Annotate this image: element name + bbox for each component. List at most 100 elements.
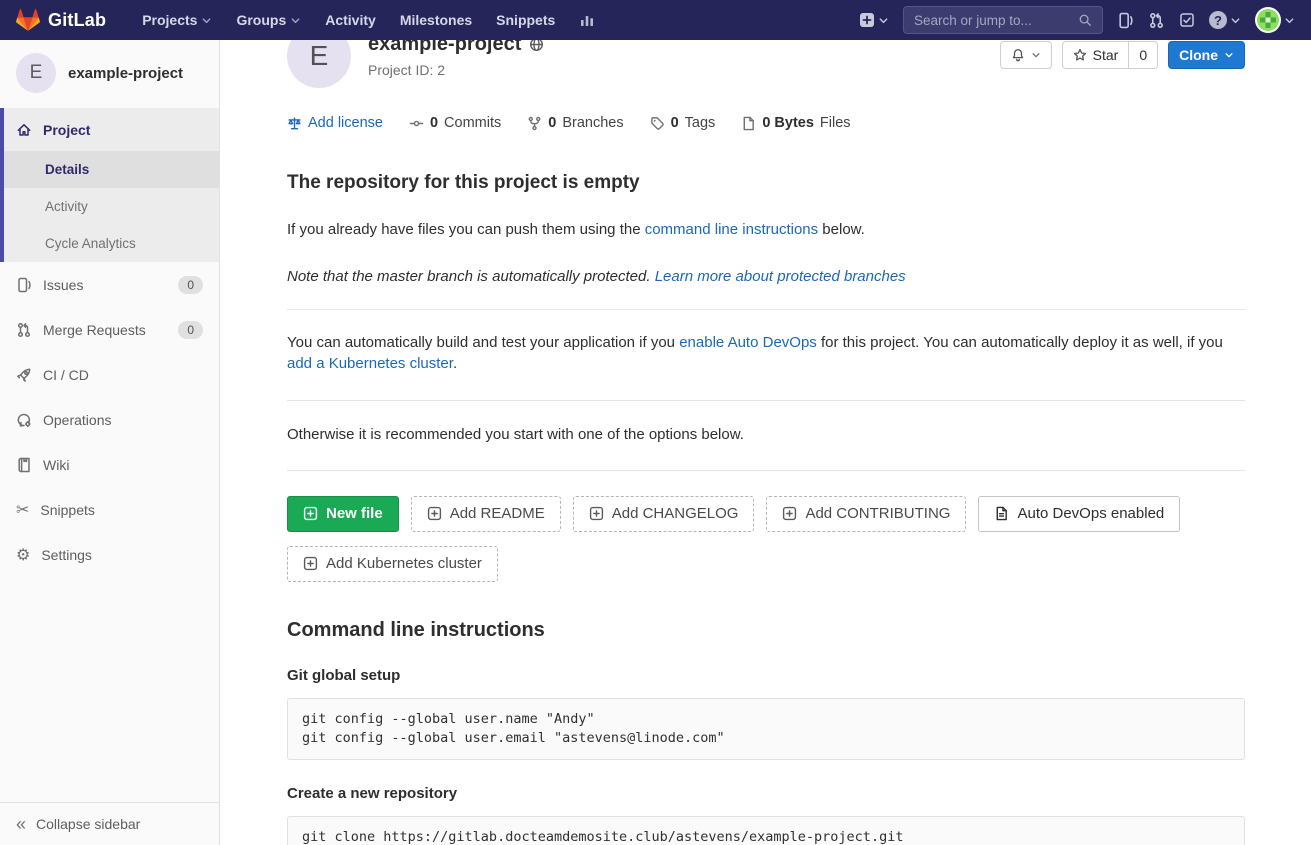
nav-snippets[interactable]: Snippets — [486, 6, 565, 34]
cli-instructions-heading: Command line instructions — [287, 619, 1245, 642]
chevron-down-icon — [1284, 15, 1295, 26]
sidebar-item-activity[interactable]: Activity — [4, 188, 219, 225]
star-count[interactable]: 0 — [1129, 41, 1158, 69]
sidebar-item-snippets[interactable]: ✂ Snippets — [0, 487, 219, 532]
autodevops-text: You can automatically build and test you… — [287, 332, 1245, 376]
add-license-link[interactable]: Add license — [287, 115, 383, 131]
protected-branch-note: Note that the master branch is automatic… — [287, 266, 1245, 288]
commits-stat[interactable]: 0Commits — [409, 115, 501, 131]
chevron-down-icon — [878, 15, 889, 26]
quick-actions-row: New file Add README Add CHANGELOG Add CO… — [287, 496, 1245, 532]
sidebar-item-ci-cd[interactable]: CI / CD — [0, 352, 219, 397]
collapse-sidebar-button[interactable]: « Collapse sidebar — [0, 802, 219, 845]
chevron-down-icon — [1031, 50, 1041, 60]
sidebar-item-details[interactable]: Details — [4, 151, 219, 188]
issues-icon — [16, 277, 32, 293]
home-icon — [16, 122, 32, 138]
add-readme-button[interactable]: Add README — [411, 496, 561, 532]
sidebar-item-merge-requests[interactable]: Merge Requests 0 — [0, 307, 219, 352]
empty-repo-heading: The repository for this project is empty — [287, 172, 1245, 194]
rocket-icon — [16, 367, 32, 383]
nav-charts[interactable] — [569, 6, 605, 34]
gitlab-logo[interactable]: GitLab — [16, 8, 106, 32]
document-icon — [741, 116, 756, 131]
create-repository-code: git clone https://gitlab.docteamdemosite… — [287, 816, 1245, 845]
otherwise-text: Otherwise it is recommended you start wi… — [287, 424, 1245, 446]
star-icon — [1073, 48, 1087, 62]
chevron-down-icon — [1230, 15, 1241, 26]
issues-nav-button[interactable] — [1117, 12, 1134, 29]
sidebar-section-project: Project Details Activity Cycle Analytics — [0, 108, 219, 262]
scissors-icon: ✂ — [16, 502, 29, 518]
enable-auto-devops-link[interactable]: enable Auto DevOps — [679, 334, 817, 351]
nav-projects[interactable]: Projects — [132, 6, 222, 34]
project-avatar-small: E — [16, 53, 56, 93]
quick-actions-row-2: Add Kubernetes cluster — [287, 546, 1245, 582]
clone-button[interactable]: Clone — [1168, 41, 1245, 69]
tags-stat[interactable]: 0Tags — [650, 115, 716, 131]
mr-count-badge: 0 — [178, 321, 203, 339]
todos-nav-button[interactable] — [1179, 12, 1195, 28]
push-instructions-text: If you already have files you can push t… — [287, 219, 1245, 241]
search-icon — [1078, 13, 1092, 27]
nav-activity[interactable]: Activity — [315, 6, 386, 34]
help-menu-button[interactable]: ? — [1209, 11, 1241, 29]
question-icon: ? — [1209, 11, 1227, 29]
wiki-icon — [16, 457, 32, 473]
star-button[interactable]: Star — [1062, 41, 1130, 69]
nav-groups[interactable]: Groups — [226, 6, 311, 34]
notification-setting-button[interactable] — [1000, 41, 1052, 69]
new-menu-button[interactable] — [859, 12, 889, 28]
sidebar-project-context[interactable]: E example-project — [0, 40, 219, 108]
plus-square-icon — [859, 12, 875, 28]
issues-count-badge: 0 — [178, 276, 203, 294]
merge-request-icon — [1148, 12, 1165, 29]
scale-icon — [287, 116, 302, 131]
divider — [287, 309, 1245, 310]
sidebar-project-name: example-project — [68, 65, 183, 82]
chevron-down-icon — [1224, 50, 1234, 60]
branches-stat[interactable]: 0Branches — [527, 115, 623, 131]
add-kubernetes-cluster-link[interactable]: add a Kubernetes cluster — [287, 355, 453, 372]
project-sidebar: E example-project Project Details Activi… — [0, 40, 220, 845]
sidebar-item-project[interactable]: Project — [4, 108, 219, 151]
new-file-button[interactable]: New file — [287, 496, 399, 532]
gear-icon: ⚙ — [16, 547, 30, 563]
auto-devops-enabled-button[interactable]: Auto DevOps enabled — [978, 496, 1180, 532]
files-stat[interactable]: 0 BytesFiles — [741, 115, 850, 131]
add-kubernetes-cluster-button[interactable]: Add Kubernetes cluster — [287, 546, 498, 582]
protected-branches-link[interactable]: Learn more about protected branches — [655, 268, 906, 285]
chart-icon — [579, 12, 595, 28]
avatar-identicon — [1255, 7, 1281, 33]
git-global-setup-code: git config --global user.name "Andy" git… — [287, 698, 1245, 760]
git-global-setup-heading: Git global setup — [287, 667, 1245, 684]
branch-icon — [527, 116, 542, 131]
document-text-icon — [994, 506, 1009, 521]
merge-requests-nav-button[interactable] — [1148, 12, 1165, 29]
tag-icon — [650, 116, 665, 131]
star-button-group: Star 0 — [1062, 41, 1158, 69]
global-search[interactable] — [903, 6, 1103, 34]
commit-icon — [409, 116, 424, 131]
sidebar-item-operations[interactable]: Operations — [0, 397, 219, 442]
sidebar-item-cycle-analytics[interactable]: Cycle Analytics — [4, 225, 219, 262]
plus-square-icon — [782, 506, 797, 521]
sidebar-item-settings[interactable]: ⚙ Settings — [0, 532, 219, 577]
divider — [287, 400, 1245, 401]
operations-icon — [16, 412, 32, 428]
sidebar-item-wiki[interactable]: Wiki — [0, 442, 219, 487]
search-input[interactable] — [914, 13, 1078, 28]
todo-icon — [1179, 12, 1195, 28]
divider — [287, 470, 1245, 471]
command-line-instructions-link[interactable]: command line instructions — [645, 221, 818, 238]
add-contributing-button[interactable]: Add CONTRIBUTING — [766, 496, 966, 532]
project-id-label: Project ID: 2 — [368, 62, 544, 78]
nav-links: Projects Groups Activity Milestones Snip… — [132, 6, 605, 34]
merge-request-icon — [16, 322, 32, 338]
plus-square-icon — [303, 556, 318, 571]
plus-square-icon — [427, 506, 442, 521]
sidebar-item-issues[interactable]: Issues 0 — [0, 262, 219, 307]
user-menu-button[interactable] — [1255, 7, 1295, 33]
add-changelog-button[interactable]: Add CHANGELOG — [573, 496, 755, 532]
nav-milestones[interactable]: Milestones — [390, 6, 482, 34]
